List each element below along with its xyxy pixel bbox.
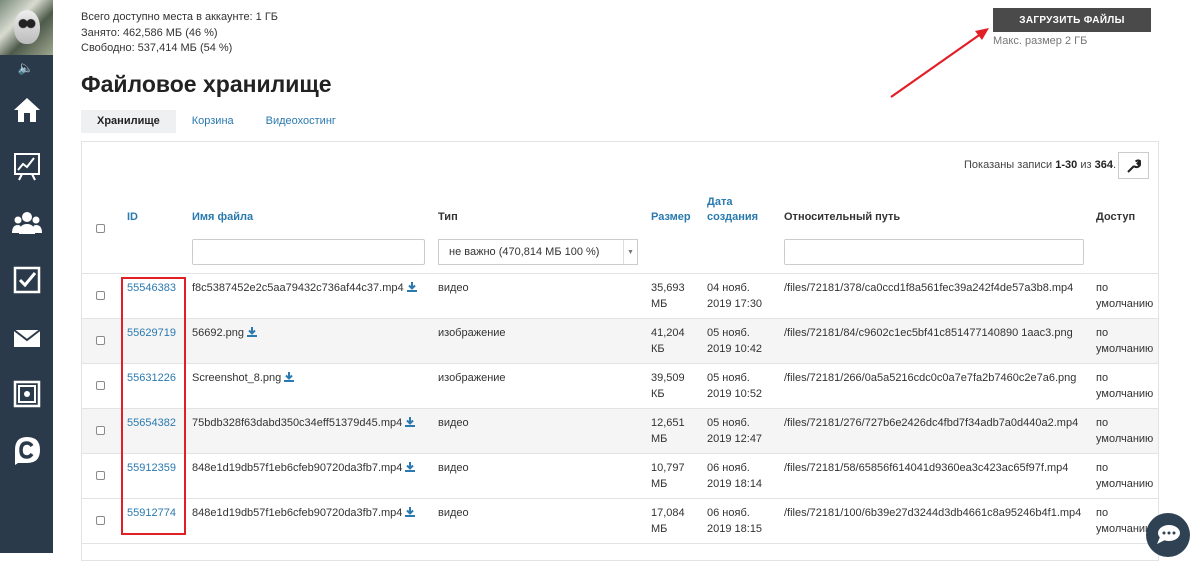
checkbox-icon[interactable]	[0, 254, 53, 306]
file-name: f8c5387452e2c5aa79432c736af44c37.mp4	[192, 281, 417, 297]
table-row: 55912774 848e1d19db57f1eb6cfeb90720da3fb…	[82, 498, 1158, 543]
download-icon[interactable]	[247, 327, 257, 337]
file-access: по умолчанию	[1096, 417, 1154, 445]
select-all-checkbox[interactable]	[96, 224, 105, 233]
file-name: Screenshot_8.png	[192, 371, 295, 387]
file-size: 17,084 МБ	[651, 507, 685, 535]
row-checkbox[interactable]	[96, 381, 105, 390]
row-checkbox[interactable]	[96, 336, 105, 345]
file-size: 35,693 МБ	[651, 282, 685, 310]
col-size-header[interactable]: Размер	[651, 210, 691, 225]
home-icon[interactable]	[0, 84, 53, 136]
row-checkbox[interactable]	[96, 471, 105, 480]
speaker-icon[interactable]: 🔈	[16, 60, 36, 75]
file-path: /files/72181/276/727b6e2426dc4fbd7f34adb…	[784, 417, 1079, 429]
quota-free: Свободно: 537,414 МБ (54 %)	[81, 42, 233, 54]
col-id-header[interactable]: ID	[127, 210, 138, 225]
logo-c-icon[interactable]	[0, 424, 53, 476]
file-type: видео	[438, 417, 469, 429]
mail-icon[interactable]	[0, 312, 53, 364]
file-date: 06 нояб. 2019 18:15	[707, 507, 763, 535]
file-size: 12,651 МБ	[651, 417, 685, 445]
file-type: изображение	[438, 327, 506, 339]
files-table-panel: Показаны записи 1-30 из 364. ID Имя файл…	[81, 141, 1159, 561]
file-type: изображение	[438, 372, 506, 384]
file-date: 05 нояб. 2019 10:52	[707, 372, 763, 400]
users-icon[interactable]	[0, 197, 53, 249]
tab-bar: Хранилище Корзина Видеохостинг	[81, 110, 352, 133]
file-access: по умолчанию	[1096, 327, 1154, 355]
row-checkbox[interactable]	[96, 516, 105, 525]
chevron-down-icon: ▼	[623, 240, 637, 264]
tab-video-hosting[interactable]: Видеохостинг	[250, 110, 352, 133]
settings-wrench-button[interactable]	[1118, 152, 1149, 179]
quota-total: Всего доступно места в аккаунте: 1 ГБ	[81, 11, 279, 23]
max-size-label: Макс. размер 2 ГБ	[993, 35, 1088, 47]
chart-icon[interactable]	[0, 140, 53, 192]
type-filter-select[interactable]: не важно (470,814 МБ 100 %) ▼	[438, 239, 638, 265]
table-row: 55654382 75bdb328f63dabd350c34eff51379d4…	[82, 408, 1158, 453]
file-path: /files/72181/378/ca0ccd1f8a561fec39a242f…	[784, 282, 1074, 294]
file-path: /files/72181/58/65856f614041d9360ea3c423…	[784, 462, 1069, 474]
path-filter-input[interactable]	[784, 239, 1084, 265]
download-icon[interactable]	[405, 507, 416, 517]
row-checkbox[interactable]	[96, 291, 105, 300]
tab-storage[interactable]: Хранилище	[81, 110, 176, 133]
page-title: Файловое хранилище	[81, 71, 332, 97]
download-icon[interactable]	[406, 282, 417, 292]
wrench-icon	[1126, 158, 1141, 173]
download-icon[interactable]	[405, 462, 416, 472]
quota-used: Занято: 462,586 МБ (46 %)	[81, 26, 218, 39]
download-icon[interactable]	[405, 417, 416, 427]
annotation-arrow	[890, 28, 989, 98]
tab-trash[interactable]: Корзина	[176, 110, 250, 133]
file-size: 10,797 МБ	[651, 462, 685, 490]
table-row	[82, 543, 1158, 563]
file-access: по умолчанию	[1096, 462, 1154, 490]
file-type: видео	[438, 282, 469, 294]
chat-button[interactable]	[1146, 513, 1190, 557]
col-date-header[interactable]: Дата создания	[707, 195, 758, 225]
records-count: Показаны записи 1-30 из 364.	[964, 159, 1116, 171]
storage-icon[interactable]	[0, 368, 53, 420]
file-date: 05 нояб. 2019 12:47	[707, 417, 763, 445]
file-name: 848e1d19db57f1eb6cfeb90720da3fb7.mp4	[192, 506, 416, 522]
file-type: видео	[438, 507, 469, 519]
file-size: 39,509 КБ	[651, 372, 685, 400]
file-name: 848e1d19db57f1eb6cfeb90720da3fb7.mp4	[192, 461, 416, 477]
file-access: по умолчанию	[1096, 372, 1154, 400]
row-checkbox[interactable]	[96, 426, 105, 435]
file-name: 56692.png	[192, 326, 257, 342]
table-row: 55629719 56692.png изображение 41,204 КБ …	[82, 318, 1158, 363]
col-path-header: Относительный путь	[784, 211, 901, 223]
file-path: /files/72181/100/6b39e27d3244d3db4661c8a…	[784, 507, 1082, 519]
avatar[interactable]	[0, 0, 53, 55]
download-icon[interactable]	[284, 372, 295, 382]
table-row: 55912359 848e1d19db57f1eb6cfeb90720da3fb…	[82, 453, 1158, 498]
file-path: /files/72181/266/0a5a5216cdc0c0a7e7fa2b7…	[784, 372, 1077, 384]
table-row: 55546383 f8c5387452e2c5aa79432c736af44c3…	[82, 273, 1158, 318]
table-row: 55631226 Screenshot_8.png изображение 39…	[82, 363, 1158, 408]
file-access: по умолчанию	[1096, 282, 1154, 310]
col-name-header[interactable]: Имя файла	[192, 210, 253, 225]
file-name: 75bdb328f63dabd350c34eff51379d45.mp4	[192, 416, 416, 432]
file-date: 06 нояб. 2019 18:14	[707, 462, 763, 490]
col-access-header: Доступ	[1096, 211, 1136, 223]
quota-info: Всего доступно места в аккаунте: 1 ГБ За…	[81, 10, 278, 57]
file-size: 41,204 КБ	[651, 327, 685, 355]
file-date: 05 нояб. 2019 10:42	[707, 327, 763, 355]
file-path: /files/72181/84/c9602c1ec5bf41c851477140…	[784, 327, 1073, 339]
file-type: видео	[438, 462, 469, 474]
col-type-header: Тип	[438, 211, 458, 223]
upload-files-button[interactable]: ЗАГРУЗИТЬ ФАЙЛЫ	[993, 8, 1151, 32]
sidebar: 🔈	[0, 0, 53, 553]
chat-icon	[1157, 525, 1180, 544]
file-date: 04 нояб. 2019 17:30	[707, 282, 763, 310]
name-filter-input[interactable]	[192, 239, 425, 265]
id-column-highlight	[121, 277, 186, 535]
